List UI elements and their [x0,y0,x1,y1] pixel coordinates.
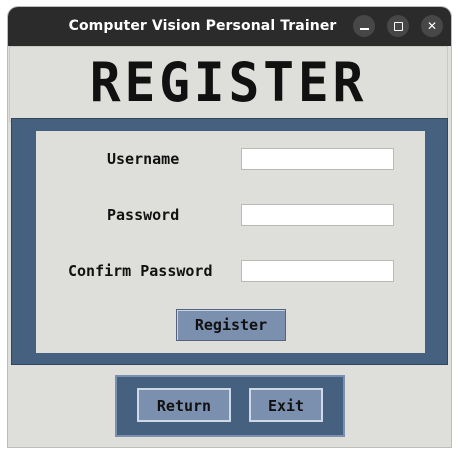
return-button[interactable]: Return [137,388,231,422]
header-panel: REGISTER [9,46,448,122]
register-button[interactable]: Register [176,309,286,341]
password-label: Password [107,206,180,224]
confirm-password-field[interactable] [241,260,394,282]
username-field[interactable] [241,148,394,170]
username-label: Username [107,150,180,168]
navigation-frame: Return Exit [115,375,345,437]
password-field[interactable] [241,204,394,226]
confirm-password-label: Confirm Password [68,262,213,280]
page-title: REGISTER [89,51,368,114]
app-window: Computer Vision Personal Trainer ✕ REGIS… [8,7,451,447]
exit-button[interactable]: Exit [249,388,323,422]
registration-form-frame: Username Password Confirm Password Regis… [11,118,448,365]
close-icon[interactable]: ✕ [421,15,443,37]
registration-form: Username Password Confirm Password Regis… [36,131,425,353]
window-title: Computer Vision Personal Trainer [68,18,337,34]
title-bar[interactable]: Computer Vision Personal Trainer ✕ [8,7,451,46]
maximize-icon[interactable] [387,15,409,37]
minimize-icon[interactable] [353,15,375,37]
